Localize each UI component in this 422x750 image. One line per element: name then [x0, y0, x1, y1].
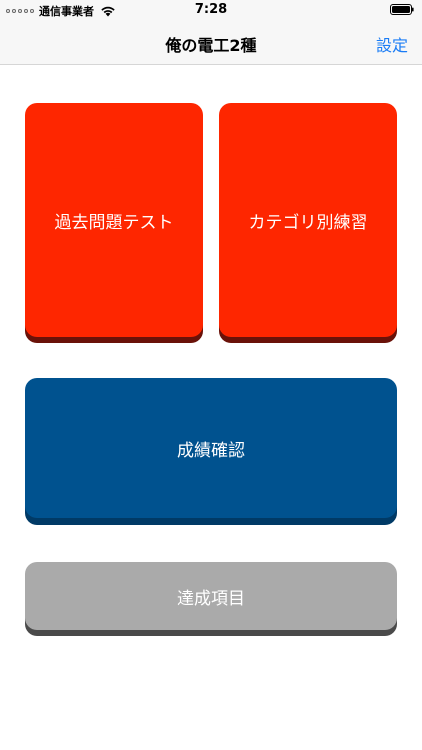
nav-bar: 俺の電工2種 設定 — [0, 20, 422, 65]
past-exam-test-button[interactable]: 過去問題テスト — [25, 103, 203, 337]
results-label: 成績確認 — [177, 440, 245, 461]
status-bar: 通信事業者 7:28 — [0, 0, 422, 20]
achievements-label: 達成項目 — [177, 588, 245, 609]
status-time: 7:28 — [194, 2, 228, 17]
results-button[interactable]: 成績確認 — [25, 378, 397, 518]
past-exam-test-label: 過去問題テスト — [54, 212, 174, 233]
achievements-button[interactable]: 達成項目 — [25, 562, 397, 630]
category-practice-button[interactable]: カテゴリ別練習 — [219, 103, 397, 337]
page-title: 俺の電工2種 — [165, 36, 257, 55]
app-screen: 通信事業者 7:28 俺の電工2種 設定 過去問題テスト カテゴリ別練習 成績確… — [0, 0, 422, 750]
settings-button[interactable]: 設定 — [376, 32, 408, 56]
category-practice-label: カテゴリ別練習 — [248, 212, 368, 233]
battery-icon — [390, 4, 414, 15]
